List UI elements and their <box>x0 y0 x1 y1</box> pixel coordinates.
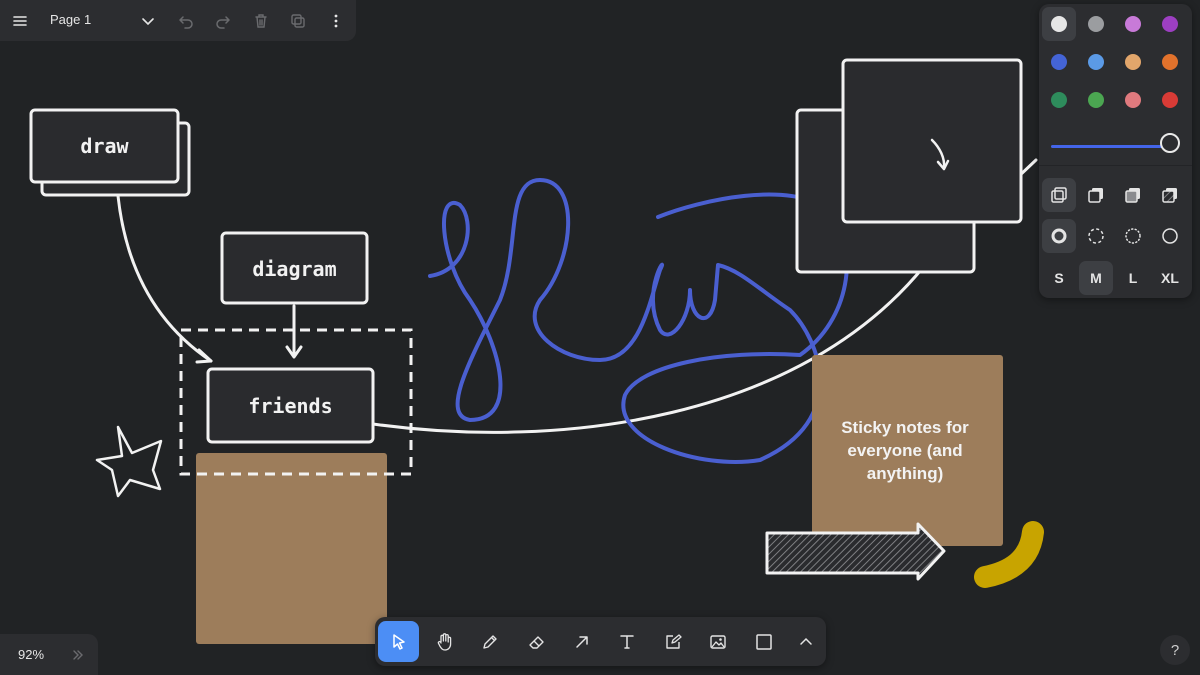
opacity-slider-track[interactable] <box>1051 145 1169 148</box>
trash-icon <box>255 14 267 28</box>
dash-dotted-option[interactable] <box>1116 219 1150 253</box>
fill-solid-option[interactable] <box>1116 178 1150 212</box>
duplicate-button[interactable] <box>282 5 314 37</box>
dash-dashed-option[interactable] <box>1079 219 1113 253</box>
dash-dotted-icon <box>1125 228 1141 244</box>
color-light-violet-swatch[interactable] <box>1116 7 1150 41</box>
size-s-option[interactable]: S <box>1042 261 1076 295</box>
delete-button[interactable] <box>245 5 277 37</box>
redo-button[interactable] <box>207 5 239 37</box>
redo-icon <box>216 16 230 29</box>
fill-none-icon <box>1051 187 1067 203</box>
undo-icon <box>179 16 193 29</box>
color-grey-swatch[interactable] <box>1079 7 1113 41</box>
opacity-slider-thumb[interactable] <box>1160 133 1180 153</box>
dash-dashed-icon <box>1088 228 1104 244</box>
color-light-red-swatch[interactable] <box>1116 83 1150 117</box>
text-tool-button[interactable] <box>606 621 647 662</box>
sticky-note-left[interactable] <box>196 453 387 644</box>
arrow-tool-button[interactable] <box>561 621 602 662</box>
draw-tool-button[interactable] <box>469 621 510 662</box>
hatched-arrow-shape[interactable] <box>765 522 946 581</box>
duplicate-icon <box>291 14 305 28</box>
chevron-down-icon <box>142 18 154 26</box>
arrow-icon <box>575 635 588 648</box>
dash-draw-icon <box>1051 228 1067 244</box>
rectangle-tool-button[interactable] <box>743 621 784 662</box>
undo-button[interactable] <box>170 5 202 37</box>
size-l-option[interactable]: L <box>1116 261 1150 295</box>
hand-tool-button[interactable] <box>424 621 465 662</box>
eraser-icon <box>528 635 544 649</box>
panel-divider <box>1039 165 1192 166</box>
fill-pattern-option[interactable] <box>1153 178 1187 212</box>
chevron-double-right-icon[interactable] <box>71 648 85 662</box>
color-green-swatch[interactable] <box>1042 83 1076 117</box>
color-orange-swatch[interactable] <box>1153 45 1187 79</box>
draw-to-friends-arrow[interactable] <box>116 194 213 363</box>
dash-solid-option[interactable] <box>1153 219 1187 253</box>
menu-icon <box>13 16 27 26</box>
note-tool-button[interactable] <box>652 621 693 662</box>
more-vertical-icon <box>334 14 338 28</box>
menu-button[interactable] <box>4 5 36 37</box>
dash-solid-icon <box>1162 228 1178 244</box>
draw-shape-label: draw <box>80 134 129 158</box>
color-blue-swatch[interactable] <box>1042 45 1076 79</box>
fill-semi-icon <box>1088 188 1103 203</box>
more-tools-button[interactable] <box>785 621 826 662</box>
cursor-icon <box>392 633 405 650</box>
size-xl-option[interactable]: XL <box>1153 261 1187 295</box>
help-button[interactable]: ? <box>1160 635 1190 665</box>
select-tool-button[interactable] <box>378 621 419 662</box>
sticky-note-text[interactable]: Sticky notes for everyone (and anything) <box>832 416 978 485</box>
asset-tool-button[interactable] <box>697 621 738 662</box>
text-icon <box>619 634 634 649</box>
page-name[interactable]: Page 1 <box>50 12 91 27</box>
size-m-option[interactable]: M <box>1079 261 1113 295</box>
color-light-green-swatch[interactable] <box>1079 83 1113 117</box>
color-white-swatch[interactable] <box>1042 7 1076 41</box>
star-shape[interactable] <box>95 425 163 498</box>
fill-none-option[interactable] <box>1042 178 1076 212</box>
image-icon <box>709 634 726 649</box>
drawing-canvas[interactable] <box>0 0 1200 675</box>
color-violet-swatch[interactable] <box>1153 7 1187 41</box>
page-menu-bar: Page 1 <box>0 0 356 41</box>
friends-shape-label: friends <box>248 394 333 418</box>
eraser-tool-button[interactable] <box>515 621 556 662</box>
hand-icon <box>437 632 451 651</box>
rectangle-icon <box>755 633 772 650</box>
zoom-level[interactable]: 92% <box>18 647 44 662</box>
dash-draw-option[interactable] <box>1042 219 1076 253</box>
note-icon <box>665 633 682 649</box>
diagram-shape-label: diagram <box>252 257 337 281</box>
color-yellow-swatch[interactable] <box>1116 45 1150 79</box>
page-dropdown-button[interactable] <box>132 5 164 37</box>
zoom-bar: 92% <box>0 634 98 675</box>
more-options-button[interactable] <box>320 5 352 37</box>
color-red-swatch[interactable] <box>1153 83 1187 117</box>
fill-solid-icon <box>1125 188 1140 203</box>
chevron-up-icon <box>799 637 812 645</box>
fill-pattern-icon <box>1162 188 1177 203</box>
color-light-blue-swatch[interactable] <box>1079 45 1113 79</box>
tools-toolbar <box>375 617 826 666</box>
fill-semi-option[interactable] <box>1079 178 1113 212</box>
pencil-icon <box>482 634 497 649</box>
